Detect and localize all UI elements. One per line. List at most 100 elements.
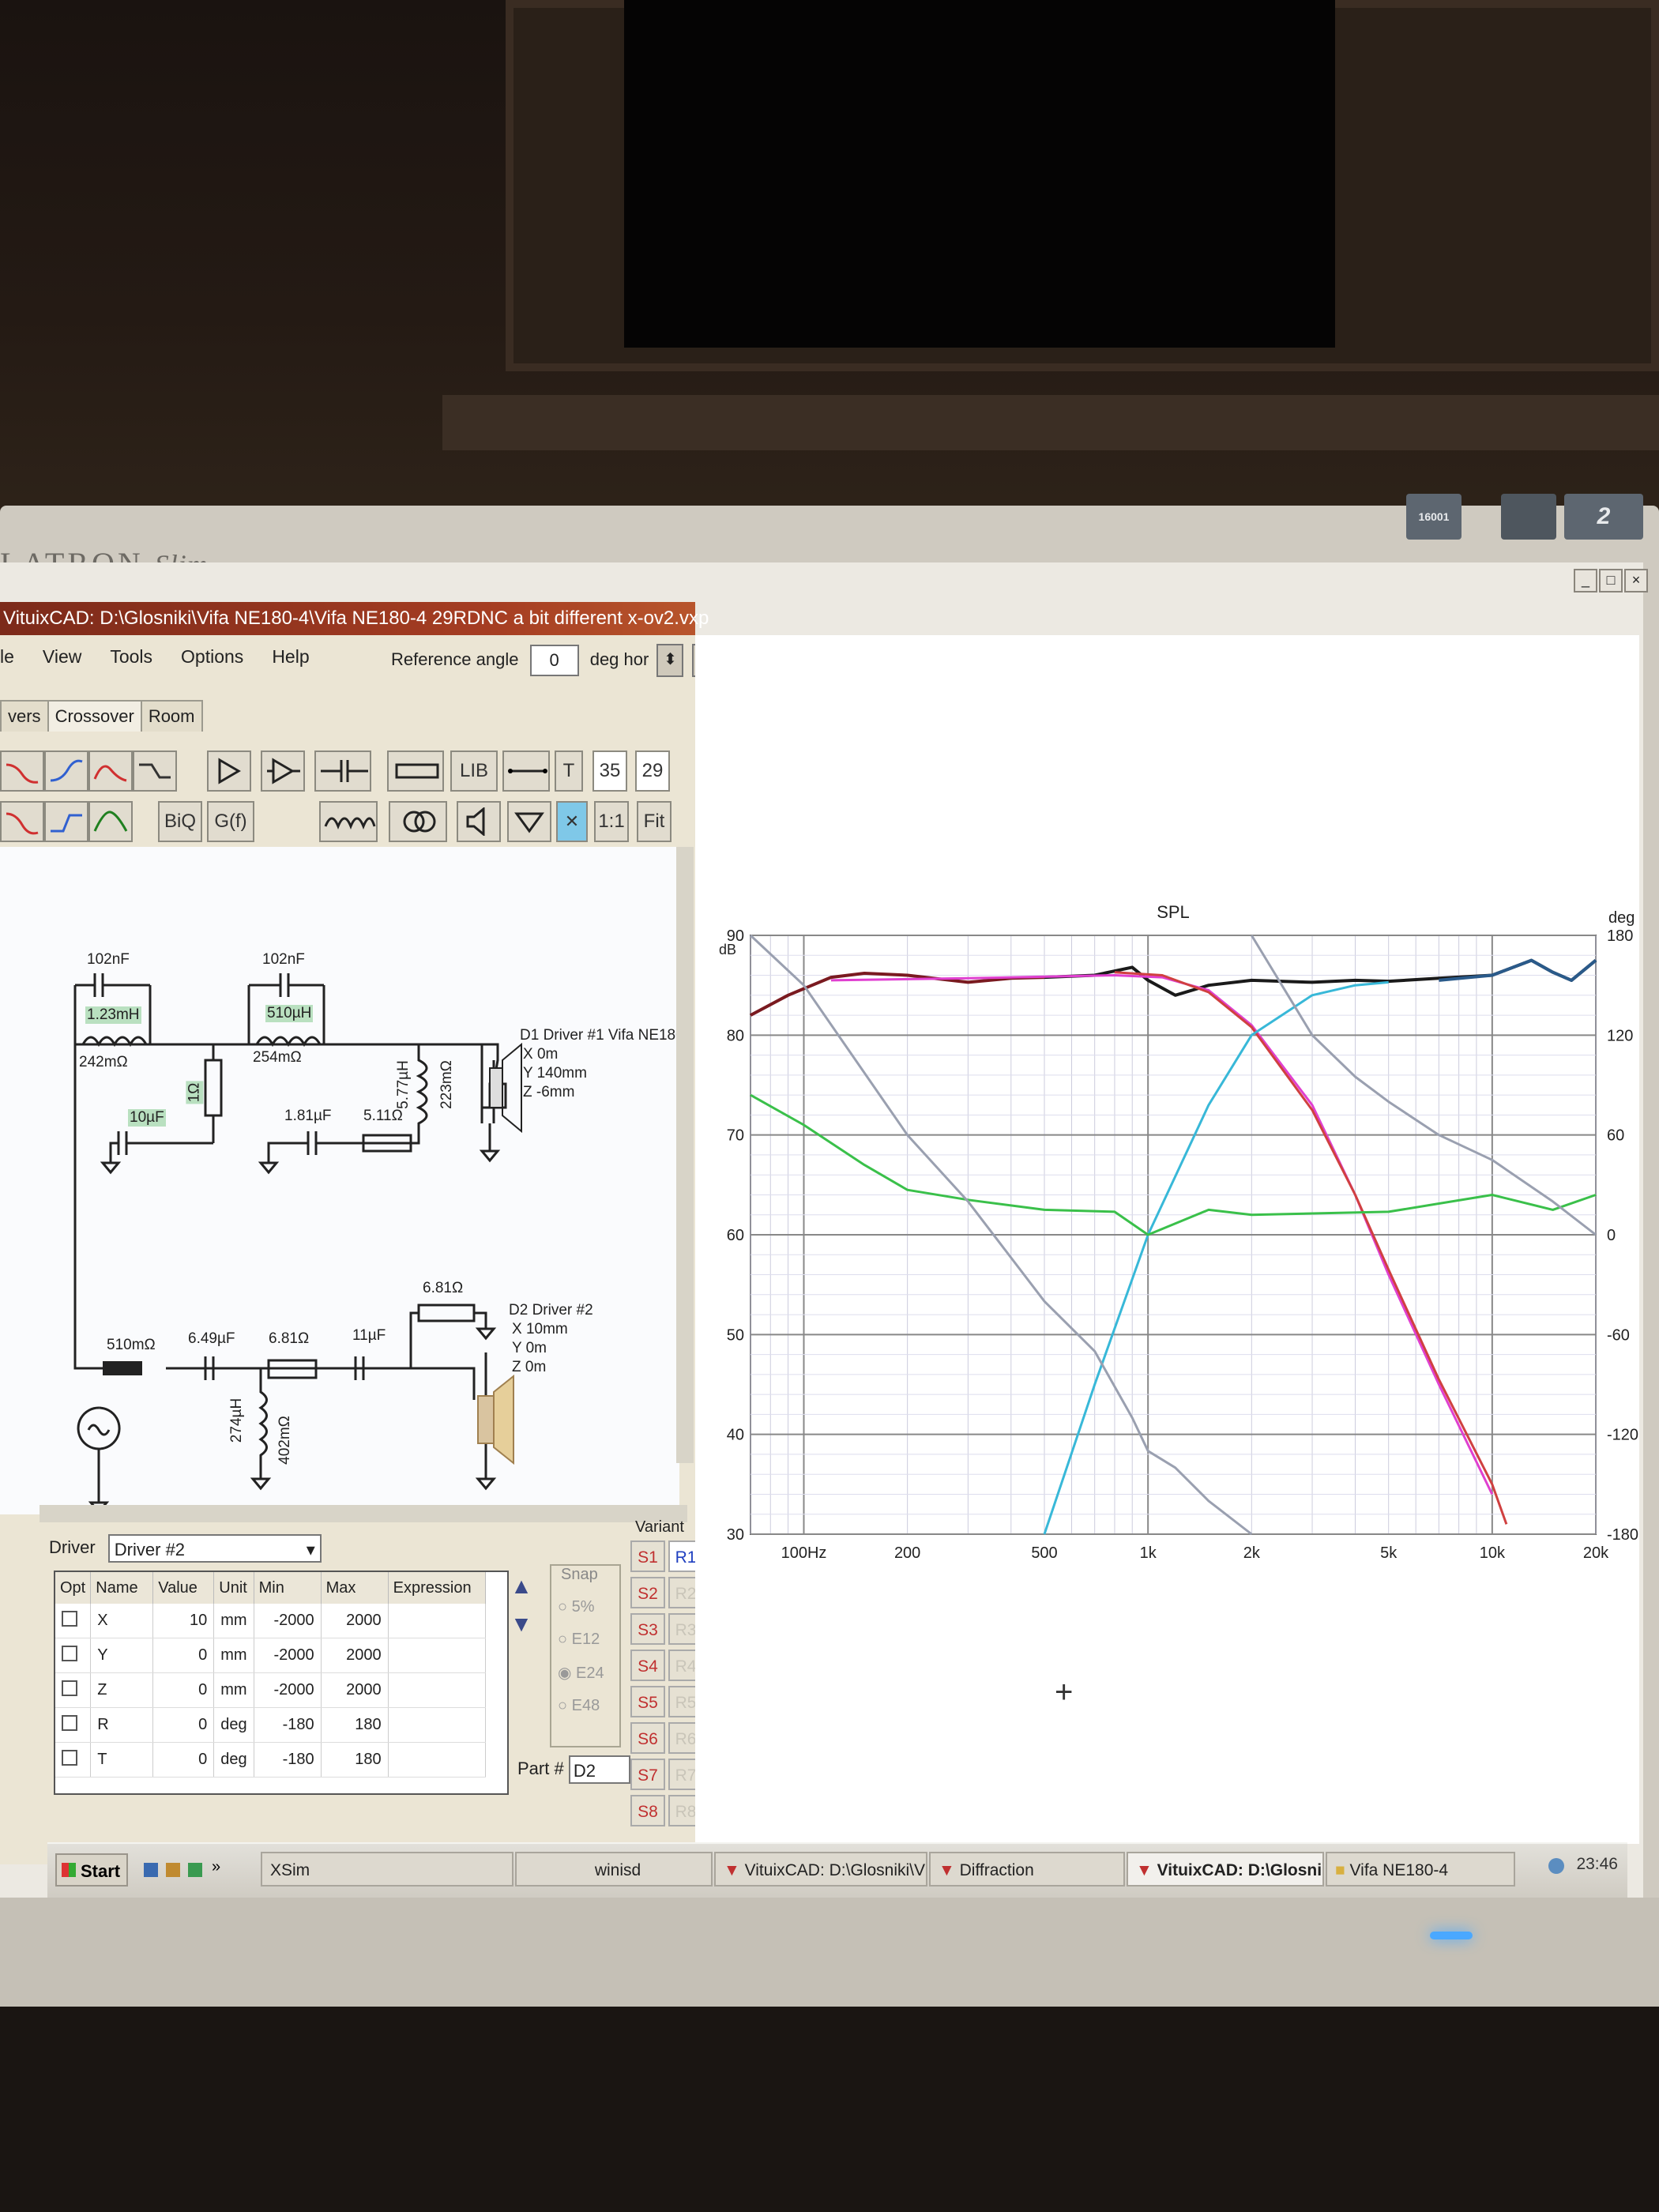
param-value[interactable]: 0 (152, 1638, 215, 1673)
param-expression[interactable] (388, 1707, 486, 1743)
variant-s1[interactable]: S1 (630, 1540, 665, 1572)
opt-checkbox[interactable] (55, 1742, 92, 1778)
table-row[interactable]: R 0 deg -180 180 (55, 1707, 486, 1743)
variant-s6[interactable]: S6 (630, 1722, 665, 1754)
reference-angle-input[interactable]: 0 (529, 645, 579, 676)
param-value[interactable]: 10 (152, 1604, 215, 1638)
opt-checkbox[interactable] (55, 1638, 92, 1673)
start-button[interactable]: Start (55, 1853, 128, 1887)
ground-icon[interactable] (507, 801, 551, 842)
lowpass-filter-icon[interactable] (44, 750, 88, 792)
lib-button[interactable]: LIB (450, 750, 498, 792)
opt-checkbox[interactable] (55, 1672, 92, 1708)
snap-option-e48[interactable]: ○ E48 (558, 1697, 619, 1715)
close-button[interactable]: × (1624, 569, 1648, 592)
minimize-button[interactable]: _ (1574, 569, 1597, 592)
variant-s7[interactable]: S7 (630, 1759, 665, 1790)
quicklaunch-more-icon[interactable]: » (212, 1858, 220, 1876)
opt-checkbox[interactable] (55, 1707, 92, 1743)
tab-room[interactable]: Room (140, 700, 203, 732)
param-expression[interactable] (388, 1672, 486, 1708)
bandpass-filter-icon[interactable] (88, 750, 133, 792)
tab-drivers[interactable]: vers (0, 700, 49, 732)
table-row[interactable]: T 0 deg -180 180 (55, 1742, 486, 1778)
opt-checkbox[interactable] (55, 1604, 92, 1638)
wire-icon[interactable] (502, 750, 550, 792)
quicklaunch-media-icon[interactable] (188, 1863, 202, 1877)
highpass-filter-icon[interactable] (0, 750, 44, 792)
param-value[interactable]: 0 (152, 1742, 215, 1778)
resistor-icon[interactable] (387, 750, 444, 792)
tab-crossover[interactable]: Crossover (47, 700, 142, 732)
param-max[interactable]: 180 (321, 1707, 389, 1743)
param-max[interactable]: 2000 (321, 1604, 389, 1638)
amplifier-icon[interactable] (207, 750, 251, 792)
table-row[interactable]: X 10 mm -2000 2000 (55, 1604, 486, 1638)
param-min[interactable]: -180 (254, 1707, 322, 1743)
snap-option-e24[interactable]: ◉ E24 (558, 1663, 619, 1683)
param-min[interactable]: -2000 (254, 1672, 322, 1708)
delete-tool-icon[interactable]: ✕ (556, 801, 588, 842)
param-expression[interactable] (388, 1742, 486, 1778)
snap-option-e12[interactable]: ○ E12 (558, 1631, 619, 1649)
task-vituixcad-1[interactable]: ▼ VituixCAD: D:\Glosniki\Vit... (714, 1852, 927, 1887)
inductor-icon[interactable] (319, 801, 378, 842)
param-value[interactable]: 0 (152, 1672, 215, 1708)
lowpass2-filter-icon[interactable] (44, 801, 88, 842)
variant-s5[interactable]: S5 (630, 1686, 665, 1717)
menu-view[interactable]: View (43, 646, 81, 668)
table-row[interactable]: Y 0 mm -2000 2000 (55, 1638, 486, 1673)
transformer-icon[interactable] (389, 801, 447, 842)
param-value[interactable]: 0 (152, 1707, 215, 1743)
table-row[interactable]: Z 0 mm -2000 2000 (55, 1672, 486, 1708)
param-min[interactable]: -180 (254, 1742, 322, 1778)
spl-chart[interactable]: SPL dB deg 30 40 50 60 70 80 90 -180 -120 -60 0 60 120 1… (695, 635, 1639, 1844)
param-min[interactable]: -2000 (254, 1638, 322, 1673)
crossover-schematic[interactable]: 102nF 1.23mH 242mΩ 102nF 510µH 254mΩ 1Ω … (0, 847, 684, 1514)
task-xsim[interactable]: XSim (261, 1852, 514, 1887)
shelf-filter-icon[interactable] (133, 750, 177, 792)
param-max[interactable]: 180 (321, 1742, 389, 1778)
variant-s4[interactable]: S4 (630, 1650, 665, 1681)
part-number-input[interactable]: D2 (568, 1755, 630, 1784)
param-expression[interactable] (388, 1604, 486, 1638)
move-up-icon[interactable]: ▲ (507, 1574, 536, 1605)
biquad-button[interactable]: BiQ (158, 801, 202, 842)
menu-options[interactable]: Options (181, 646, 243, 668)
task-diffraction[interactable]: ▼ Diffraction (929, 1852, 1125, 1887)
transfer-function-button[interactable]: G(f) (207, 801, 254, 842)
buffer-icon[interactable] (261, 750, 305, 792)
task-vifa-folder[interactable]: ■ Vifa NE180-4 (1326, 1852, 1515, 1887)
schematic-vertical-scrollbar[interactable] (676, 847, 694, 1463)
task-winisd[interactable]: winisd (515, 1852, 713, 1887)
speaker-icon[interactable] (457, 801, 501, 842)
quicklaunch-explorer-icon[interactable] (166, 1863, 180, 1877)
param-min[interactable]: -2000 (254, 1604, 322, 1638)
zoom-fit-button[interactable]: Fit (637, 801, 672, 842)
window-title-bar[interactable]: VituixCAD: D:\Glosniki\Vifa NE180-4\Vifa… (0, 602, 709, 635)
text-tool-button[interactable]: T (555, 750, 583, 792)
menu-tools[interactable]: Tools (110, 646, 152, 668)
param-expression[interactable] (388, 1638, 486, 1673)
angle-spin-icon[interactable]: ⬍ (656, 644, 684, 677)
tray-network-icon[interactable] (1548, 1858, 1564, 1874)
param-max[interactable]: 2000 (321, 1638, 389, 1673)
variant-s8[interactable]: S8 (630, 1795, 665, 1826)
grid-size-a[interactable]: 35 (592, 750, 627, 792)
schematic-horizontal-scrollbar[interactable] (40, 1505, 687, 1522)
highpass2-filter-icon[interactable] (0, 801, 44, 842)
maximize-button[interactable]: □ (1599, 569, 1623, 592)
menu-help[interactable]: Help (272, 646, 309, 668)
driver-dropdown[interactable]: Driver #2 ▾ (107, 1534, 322, 1563)
notch-filter-icon[interactable] (88, 801, 133, 842)
menu-file[interactable]: le (0, 646, 14, 668)
snap-option-5[interactable]: ○ 5% (558, 1598, 619, 1616)
capacitor-icon[interactable] (314, 750, 371, 792)
quicklaunch-desktop-icon[interactable] (144, 1863, 158, 1877)
zoom-one-to-one-button[interactable]: 1:1 (594, 801, 629, 842)
variant-s2[interactable]: S2 (630, 1577, 665, 1608)
grid-size-b[interactable]: 29 (635, 750, 670, 792)
move-down-icon[interactable]: ▼ (507, 1612, 536, 1643)
param-max[interactable]: 2000 (321, 1672, 389, 1708)
variant-s3[interactable]: S3 (630, 1613, 665, 1645)
